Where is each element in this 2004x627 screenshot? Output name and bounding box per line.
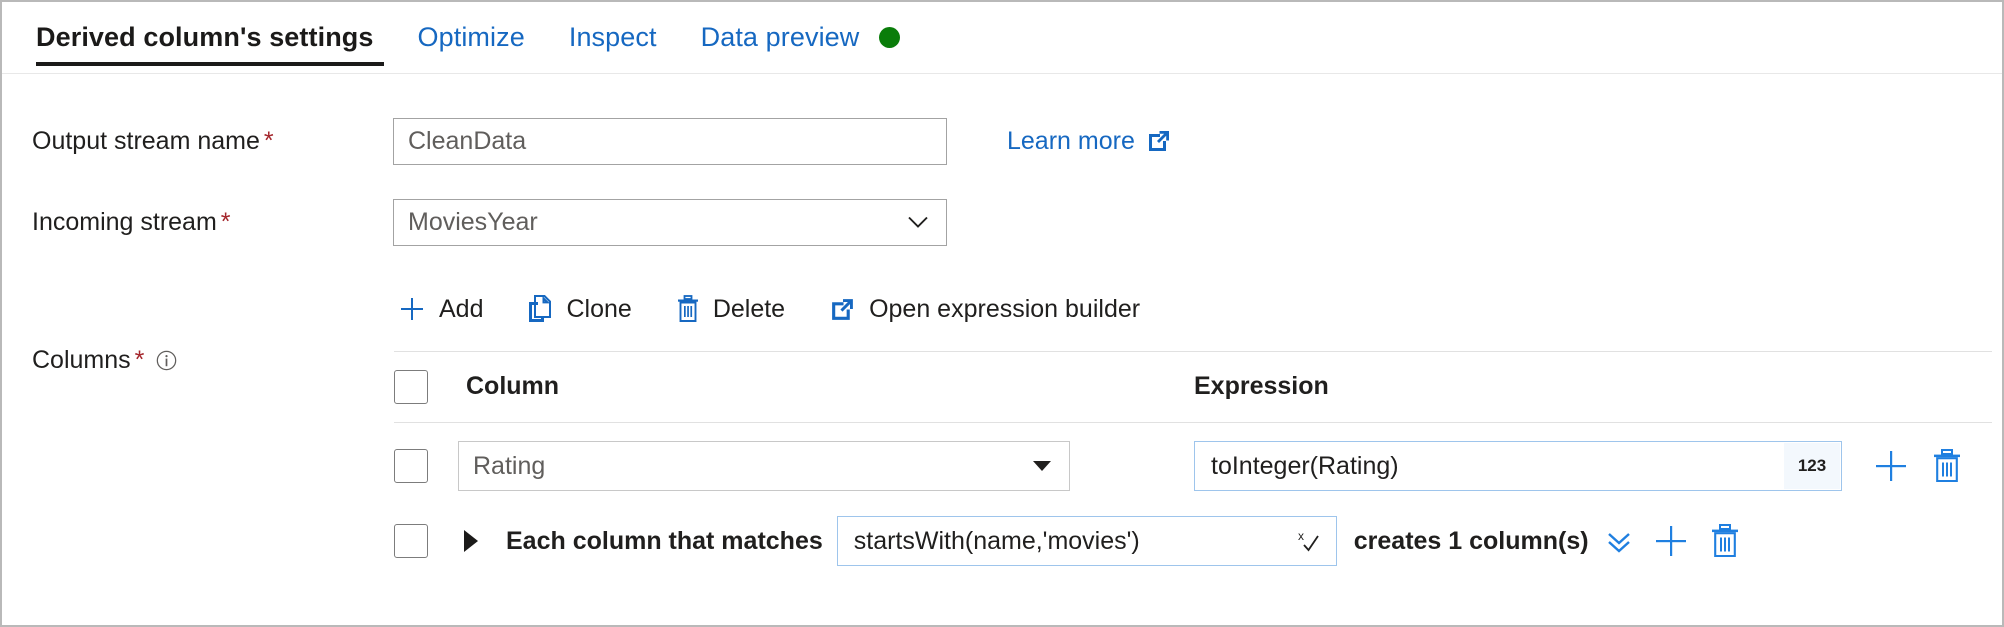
add-button[interactable]: Add — [394, 288, 505, 331]
clone-label: Clone — [566, 295, 631, 324]
delete-row-button[interactable] — [1709, 523, 1741, 559]
double-chevron-down-icon[interactable] — [1603, 525, 1635, 557]
column-header-column: Column — [466, 372, 559, 401]
incoming-stream-row: Incoming stream* MoviesYear — [32, 199, 1982, 245]
output-stream-name-value: CleanData — [408, 127, 526, 156]
delete-label: Delete — [713, 295, 785, 324]
chevron-down-icon — [906, 210, 930, 234]
delete-row-button[interactable] — [1931, 448, 1963, 484]
pattern-expression-value: startsWith(name,'movies') — [854, 527, 1140, 556]
open-expression-builder-label: Open expression builder — [869, 295, 1140, 324]
svg-text:x: x — [1298, 529, 1304, 543]
column-header-expression: Expression — [1194, 372, 1329, 401]
learn-more-link[interactable]: Learn more — [1007, 127, 1172, 156]
expression-value: toInteger(Rating) — [1211, 452, 1399, 481]
table-header-row: Column Expression — [394, 351, 1992, 422]
settings-form: Output stream name* CleanData Learn more… — [2, 74, 2002, 625]
plus-icon — [398, 295, 426, 323]
table-row: Each column that matches startsWith(name… — [394, 506, 1992, 576]
info-icon[interactable] — [156, 350, 177, 371]
output-stream-name-row: Output stream name* CleanData Learn more — [32, 118, 1982, 164]
clone-button[interactable]: Clone — [505, 288, 653, 331]
output-stream-name-label: Output stream name* — [32, 127, 393, 156]
incoming-stream-select[interactable]: MoviesYear — [393, 199, 947, 246]
tab-label: Optimize — [418, 22, 525, 53]
learn-more-label: Learn more — [1007, 127, 1135, 156]
pattern-expression-input[interactable]: startsWith(name,'movies') x — [837, 516, 1337, 566]
chevron-right-icon[interactable] — [464, 530, 478, 552]
column-select-value: Rating — [473, 452, 545, 481]
incoming-stream-label: Incoming stream* — [32, 208, 393, 237]
table-row: Rating toInteger(Rating) 123 — [394, 429, 1992, 503]
derived-column-settings-panel: Derived column's settings Optimize Inspe… — [0, 0, 2004, 627]
tab-bar: Derived column's settings Optimize Inspe… — [2, 2, 2002, 74]
pattern-suffix-label: creates 1 column(s) — [1354, 527, 1589, 556]
caret-down-icon — [1033, 461, 1051, 471]
copy-icon — [527, 295, 553, 323]
expression-check-icon[interactable]: x — [1298, 528, 1324, 554]
add-row-button[interactable] — [1873, 448, 1909, 484]
status-dot-green-icon — [879, 27, 900, 48]
columns-label: Columns* — [32, 346, 177, 375]
row-checkbox[interactable] — [394, 524, 428, 558]
add-label: Add — [439, 295, 483, 324]
delete-button[interactable]: Delete — [654, 288, 807, 331]
required-asterisk: * — [264, 127, 274, 155]
external-link-icon — [829, 296, 856, 323]
incoming-stream-value: MoviesYear — [408, 208, 538, 237]
open-expression-builder-button[interactable]: Open expression builder — [807, 288, 1162, 331]
columns-command-bar: Add Clone Delete — [394, 280, 1162, 338]
required-asterisk: * — [135, 346, 145, 375]
external-link-icon — [1146, 128, 1172, 154]
tab-label: Derived column's settings — [36, 22, 374, 53]
table-divider-middle — [394, 422, 1992, 423]
pattern-prefix-label: Each column that matches — [506, 527, 823, 556]
column-select[interactable]: Rating — [458, 441, 1070, 491]
trash-icon — [676, 295, 700, 323]
row-checkbox[interactable] — [394, 449, 428, 483]
add-row-button[interactable] — [1653, 523, 1689, 559]
output-stream-name-input[interactable]: CleanData — [393, 118, 947, 165]
expression-type-badge: 123 — [1784, 443, 1840, 489]
tab-data-preview[interactable]: Data preview — [679, 2, 923, 74]
select-all-checkbox[interactable] — [394, 370, 428, 404]
expression-input[interactable]: toInteger(Rating) 123 — [1194, 441, 1842, 491]
tab-label: Data preview — [701, 22, 860, 53]
required-asterisk: * — [221, 208, 231, 236]
tab-derived-column-settings[interactable]: Derived column's settings — [28, 2, 396, 74]
tab-inspect[interactable]: Inspect — [547, 2, 679, 74]
tab-optimize[interactable]: Optimize — [396, 2, 547, 74]
tab-label: Inspect — [569, 22, 657, 53]
